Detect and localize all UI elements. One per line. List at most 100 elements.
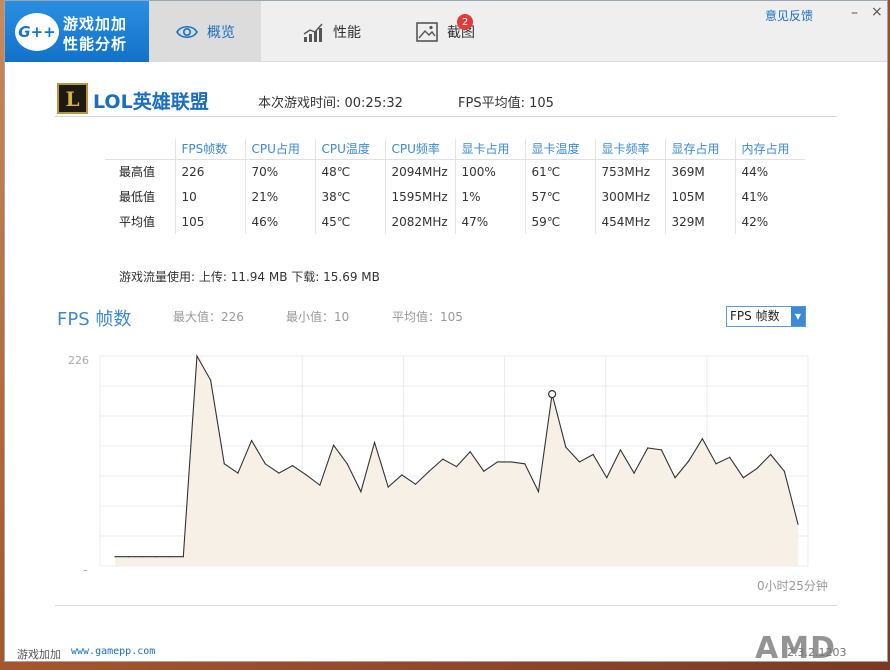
stats-row-label: 最高值 [119,165,156,180]
stats-cell: 21% [244,184,315,209]
fps-data-point [729,456,731,458]
stats-col-header: 内存占用 [734,139,805,160]
feedback-link[interactable]: 意见反馈 [765,7,813,24]
stats-cell: 2082MHz [384,209,455,234]
stats-col-header: 显卡温度 [524,139,595,160]
stats-cell: 38℃ [314,184,385,209]
metric-select[interactable]: FPS 帧数 ▼ [726,306,806,327]
fps-data-point [674,477,676,479]
stats-col-header: CPU温度 [314,139,385,160]
stats-row-min: 最低值 10 21% 38℃ 1595MHz 1% 57℃ 300MHz 105… [105,184,805,209]
footer-website-link[interactable]: www.gamepp.com [71,646,155,657]
fps-hover-marker [548,389,557,399]
stats-col-header: 显卡频率 [594,139,665,160]
tab-label: 概览 [207,24,235,41]
fps-average-summary: FPS平均值: 105 [458,96,554,111]
fps-data-point [141,556,143,558]
session-time: 本次游戏时间: 00:25:32 [258,96,403,111]
fps-data-point [278,472,280,474]
stats-corner-cell [105,139,175,160]
stats-row-avg: 平均值 105 46% 45℃ 2082MHz 47% 59℃ 454MHz 3… [105,209,805,234]
stats-cell: 454MHz [594,209,665,234]
fps-data-point [414,483,417,485]
fps-data-point [592,453,594,456]
logo-title-line1: 游戏加加 [63,15,128,33]
stats-cell: 47% [454,209,525,234]
fps-data-point [169,556,171,558]
y-tick-label: 226 [68,354,89,367]
fps-data-point [770,453,772,456]
stats-cell: 100% [454,159,525,184]
fps-area-fill [115,356,798,566]
stats-col-header: 显存占用 [664,139,735,160]
fps-data-point [797,523,799,525]
fps-data-point [619,449,622,451]
tab-screenshots[interactable]: 截图 [389,1,501,62]
fps-data-point [660,449,663,451]
tab-overview[interactable]: 概览 [149,1,261,62]
fps-avg-value: 平均值：105 [392,310,463,324]
fps-data-point [196,355,198,357]
fps-data-point [647,447,649,449]
fps-data-point [524,463,526,465]
fps-max-value: 最大值：226 [173,310,244,324]
stats-cell: 2094MHz [384,159,455,184]
stats-cell: 753MHz [594,159,665,184]
eye-icon [176,25,198,38]
performance-chart-icon [303,23,323,42]
stats-cell: 105M [664,184,735,209]
footer-brand: 游戏加加 [17,648,61,661]
stats-table: FPS帧数 CPU占用 CPU温度 CPU频率 显卡占用 显卡温度 显卡频率 显… [105,139,805,234]
fps-data-point [373,441,376,444]
fps-data-point [332,444,335,446]
fps-data-point [578,461,581,463]
game-icon: L [57,83,88,114]
game-title: LOL英雄联盟 [93,91,209,113]
fps-min-value: 最小值：10 [286,310,350,324]
stats-row-label: 最低值 [119,190,156,204]
stats-cell: 105 [174,209,245,234]
fps-data-point [319,484,321,486]
stats-row-max: 最高值 226 70% 48℃ 2094MHz 100% 61℃ 753MHz … [105,159,805,184]
stats-cell: 226 [174,159,245,184]
fps-section-title: FPS 帧数 [57,309,132,330]
fps-data-point [291,465,294,467]
screenshot-image-icon [416,21,438,42]
stats-cell: 1595MHz [384,184,455,209]
close-button[interactable]: × [871,4,883,20]
fps-data-point [182,556,184,558]
traffic-usage: 游戏流量使用: 上传: 11.94 MB 下载: 15.69 MB [119,270,380,284]
fps-data-point [360,491,362,493]
fps-data-point [483,470,485,472]
fps-data-point [305,474,307,476]
fps-data-point [155,556,157,558]
minimize-button[interactable]: – [851,5,858,21]
fps-data-point [565,446,567,448]
tab-performance[interactable]: 性能 [275,1,387,62]
stats-header-row: FPS帧数 CPU占用 CPU温度 CPU频率 显卡占用 显卡温度 显卡频率 显… [105,139,805,160]
dropdown-arrow-icon[interactable]: ▼ [791,307,805,326]
fps-data-point [742,477,744,479]
fps-data-point [442,458,444,460]
fps-data-point [688,460,690,462]
stats-cell: 10 [174,184,245,209]
fps-data-point [346,463,348,465]
fps-data-point [537,491,540,493]
app-logo: G++ 游戏加加 性能分析 [5,1,149,62]
fps-data-point [401,474,403,476]
stats-cell: 369M [664,159,735,184]
fps-data-point [715,463,717,465]
stats-col-header: FPS帧数 [174,139,245,160]
fps-data-point [264,463,266,465]
y-tick-label: 0 [82,568,89,571]
fps-data-point [251,439,253,442]
stats-cell: 41% [734,184,805,209]
stats-row-label: 平均值 [119,215,156,229]
stats-cell: 46% [244,209,315,234]
stats-cell: 45℃ [314,209,385,234]
stats-col-header: CPU占用 [244,139,315,160]
app-header: G++ 游戏加加 性能分析 概览 性能 截图 2 意见反馈 – × [5,1,887,62]
fps-data-point [428,470,430,472]
stats-cell: 59℃ [524,209,595,234]
stats-cell: 1% [454,184,525,209]
